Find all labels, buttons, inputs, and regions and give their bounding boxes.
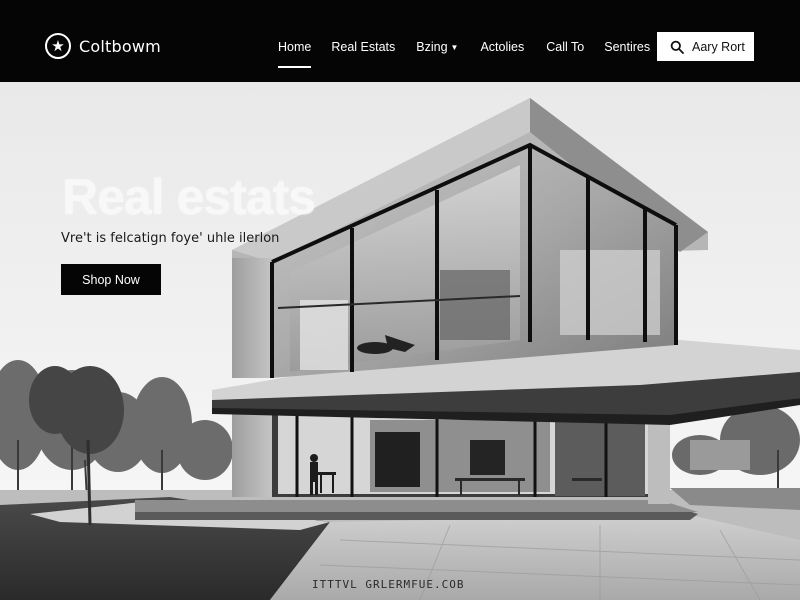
main-nav: Home Real Estats Bzing ▼ Actolies Call To… — [278, 40, 650, 68]
shop-now-button[interactable]: Shop Now — [61, 264, 161, 295]
nav-item-call-to[interactable]: Call To — [546, 40, 584, 54]
nav-item-sentires[interactable]: Sentires — [604, 40, 650, 54]
hero-subtitle: Vre't is felcatign foye' uhle ilerlon — [61, 231, 280, 246]
hero-title: Real estats — [62, 169, 316, 225]
star-icon: ★ — [45, 33, 71, 59]
search-button[interactable]: Aary Rort — [657, 32, 754, 61]
nav-item-home[interactable]: Home — [278, 40, 312, 68]
site-header: ★ Coltbowm Home Real Estats Bzing ▼ Actol… — [0, 0, 800, 82]
search-icon — [670, 40, 684, 54]
nav-item-bzing-label: Bzing — [416, 40, 448, 54]
hero-section: Real estats Vre't is felcatign foye' uhl… — [0, 82, 800, 600]
nav-item-bzing[interactable]: Bzing ▼ — [416, 40, 458, 54]
nav-item-actolies[interactable]: Actolies — [480, 40, 524, 54]
chevron-down-icon: ▼ — [450, 43, 459, 52]
brand-logo[interactable]: ★ Coltbowm — [45, 33, 161, 59]
search-button-label: Aary Rort — [692, 39, 745, 54]
hero-house-image — [0, 82, 800, 600]
brand-name: Coltbowm — [79, 36, 161, 56]
watermark-text: ITTTVL GRLERMFUE.COB — [312, 578, 465, 591]
nav-item-real-estats[interactable]: Real Estats — [331, 40, 395, 54]
